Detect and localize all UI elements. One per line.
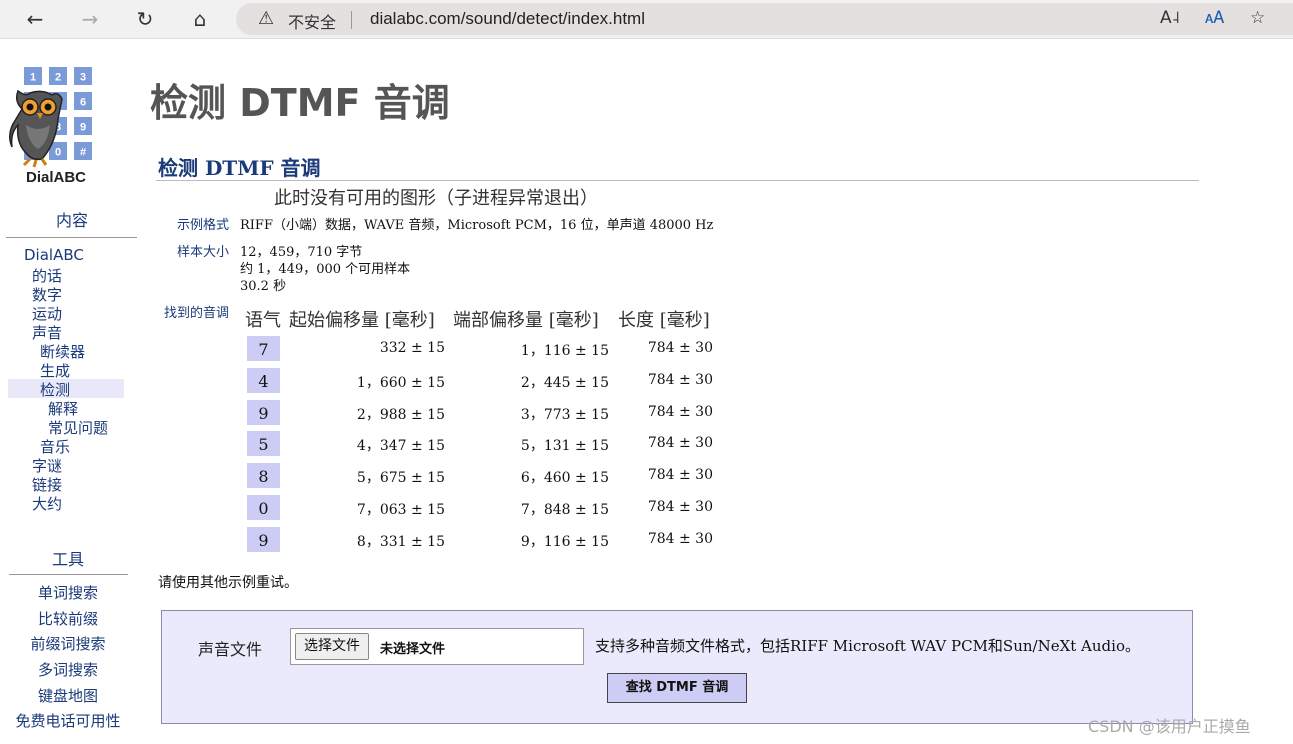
- tools-heading: 工具: [51, 550, 84, 569]
- keypad-key-label: 3: [80, 72, 86, 84]
- start-offset-cell: 7，063 ± 15: [356, 502, 445, 518]
- file-input[interactable]: 选择文件 未选择文件: [290, 628, 584, 665]
- start-offset-cell: 1，660 ± 15: [356, 374, 445, 391]
- sidebar-item-sports[interactable]: 运动: [32, 303, 62, 324]
- tone-cell: 7: [247, 336, 280, 361]
- tone-cell: 0: [247, 495, 280, 520]
- sidebar-item-dialabc[interactable]: DialABC: [24, 246, 84, 264]
- tool-prefix-word-search[interactable]: 前缀词搜索: [4, 633, 132, 654]
- end-offset-cell: 2，445 ± 15: [520, 374, 609, 391]
- tones-label: 找到的音调: [163, 306, 229, 321]
- sidebar-item-generate[interactable]: 生成: [40, 360, 70, 381]
- warning-icon[interactable]: ⚠: [258, 8, 274, 29]
- header-tone: 语气: [245, 310, 281, 331]
- start-offset-cell: 8，331 ± 15: [356, 533, 445, 550]
- length-cell: 784 ± 30: [647, 467, 713, 484]
- tool-tollfree-availability[interactable]: 免费电话可用性: [4, 710, 132, 731]
- sidebar-item-faq[interactable]: 常见问题: [48, 417, 108, 438]
- tone-cell: 9: [247, 399, 280, 425]
- refresh-icon[interactable]: ↻: [132, 6, 158, 32]
- url-text[interactable]: dialabc.com/sound/detect/index.html: [370, 9, 645, 29]
- choose-file-button[interactable]: 选择文件: [295, 633, 369, 660]
- keypad-key-label: 6: [80, 97, 86, 109]
- header-length: 长度 [毫秒]: [618, 310, 710, 331]
- header-end: 端部偏移量 [毫秒]: [453, 310, 599, 331]
- header-start: 起始偏移量 [毫秒]: [289, 310, 435, 331]
- tool-word-search[interactable]: 单词搜索: [4, 582, 132, 603]
- section-divider: [156, 180, 1199, 181]
- sound-file-label: 声音文件: [198, 640, 263, 659]
- address-divider: [351, 11, 352, 29]
- sidebar-item-puzzles[interactable]: 字谜: [32, 455, 62, 476]
- length-cell: 784 ± 30: [647, 403, 713, 420]
- logo-text: DialABC: [26, 169, 86, 185]
- tool-multi-word-search[interactable]: 多词搜索: [4, 659, 132, 680]
- tone-cell: 4: [247, 367, 280, 393]
- format-value: RIFF（小端）数据，WAVE 音频，Microsoft PCM，16 位，单声…: [240, 218, 714, 233]
- format-note: 支持多种音频文件格式，包括RIFF Microsoft WAV PCM和Sun/…: [595, 637, 1140, 655]
- keypad-key-label: #: [80, 147, 86, 159]
- tool-keypad-map[interactable]: 键盘地图: [4, 685, 132, 706]
- end-offset-cell: 5，131 ± 15: [520, 438, 609, 455]
- size-label: 样本大小: [176, 245, 229, 260]
- tool-compare-prefix[interactable]: 比较前缀: [4, 608, 132, 629]
- no-graph-message: 此时没有可用的图形（子进程异常退出）: [274, 188, 598, 209]
- length-cell: 784 ± 30: [647, 530, 713, 547]
- size-seconds: 30.2 秒: [240, 279, 287, 294]
- section-title: 检测 DTMF 音调: [158, 156, 321, 180]
- sidebar-item-detect[interactable]: 检测: [40, 379, 70, 400]
- sidebar-item-words[interactable]: 的话: [32, 265, 62, 286]
- sidebar-item-music[interactable]: 音乐: [40, 436, 70, 457]
- length-cell: 784 ± 30: [647, 499, 713, 515]
- home-icon[interactable]: ⌂: [187, 6, 213, 32]
- sidebar-item-about[interactable]: 大约: [32, 493, 62, 514]
- tone-cell: 9: [247, 526, 280, 552]
- sidebar-item-interrupter[interactable]: 断续器: [40, 341, 85, 362]
- start-offset-cell: 2，988 ± 15: [356, 406, 445, 423]
- contents-divider: [6, 237, 137, 238]
- no-file-text: 未选择文件: [380, 642, 446, 657]
- read-aloud-icon[interactable]: A˨: [1160, 8, 1180, 28]
- security-label[interactable]: 不安全: [288, 9, 336, 33]
- start-offset-cell: 332 ± 15: [379, 340, 445, 356]
- address-bar[interactable]: ⚠ 不安全 dialabc.com/sound/detect/index.htm…: [236, 3, 1293, 35]
- watermark: CSDN @该用户正摸鱼: [1088, 717, 1251, 736]
- end-offset-cell: 6，460 ± 15: [520, 470, 609, 487]
- format-label: 示例格式: [176, 218, 229, 233]
- keypad-key-label: 9: [80, 122, 86, 134]
- start-offset-cell: 4，347 ± 15: [356, 438, 445, 455]
- length-cell: 784 ± 30: [647, 371, 713, 388]
- back-arrow-icon[interactable]: ←: [22, 6, 48, 32]
- upload-form: 声音文件 选择文件 未选择文件 支持多种音频文件格式，包括RIFF Micros…: [161, 610, 1193, 724]
- dialabc-logo[interactable]: 123456789*0# DialABC: [8, 63, 104, 185]
- tone-cell: 8: [247, 463, 280, 489]
- translate-icon[interactable]: 🗚: [1205, 8, 1224, 28]
- retry-message: 请使用其他示例重试。: [158, 575, 298, 591]
- sidebar-item-explain[interactable]: 解释: [48, 398, 78, 419]
- contents-heading: 内容: [55, 211, 88, 230]
- keypad-key-label: 1: [30, 72, 36, 84]
- sidebar-item-links[interactable]: 链接: [32, 474, 62, 495]
- page-title: 检测 DTMF 音调: [150, 81, 450, 125]
- forward-arrow-icon[interactable]: →: [77, 6, 103, 32]
- tone-cell: 5: [247, 431, 280, 457]
- tools-divider: [9, 574, 128, 575]
- length-cell: 784 ± 30: [647, 435, 713, 452]
- end-offset-cell: 7，848 ± 15: [520, 502, 609, 518]
- keypad-key-label: 0: [55, 147, 61, 159]
- length-cell: 784 ± 30: [647, 340, 713, 356]
- end-offset-cell: 1，116 ± 15: [520, 343, 609, 359]
- browser-toolbar: ← → ↻ ⌂ ⚠ 不安全 dialabc.com/sound/detect/i…: [0, 0, 1293, 39]
- start-offset-cell: 5，675 ± 15: [356, 470, 445, 487]
- find-dtmf-button[interactable]: 查找 DTMF 音调: [607, 673, 747, 703]
- sidebar-item-numbers[interactable]: 数字: [32, 284, 62, 305]
- end-offset-cell: 3，773 ± 15: [520, 406, 609, 423]
- end-offset-cell: 9，116 ± 15: [520, 533, 609, 550]
- sidebar-item-sound[interactable]: 声音: [32, 322, 62, 343]
- favorite-add-icon[interactable]: ☆: [1250, 8, 1265, 28]
- keypad-key-label: 2: [55, 72, 61, 84]
